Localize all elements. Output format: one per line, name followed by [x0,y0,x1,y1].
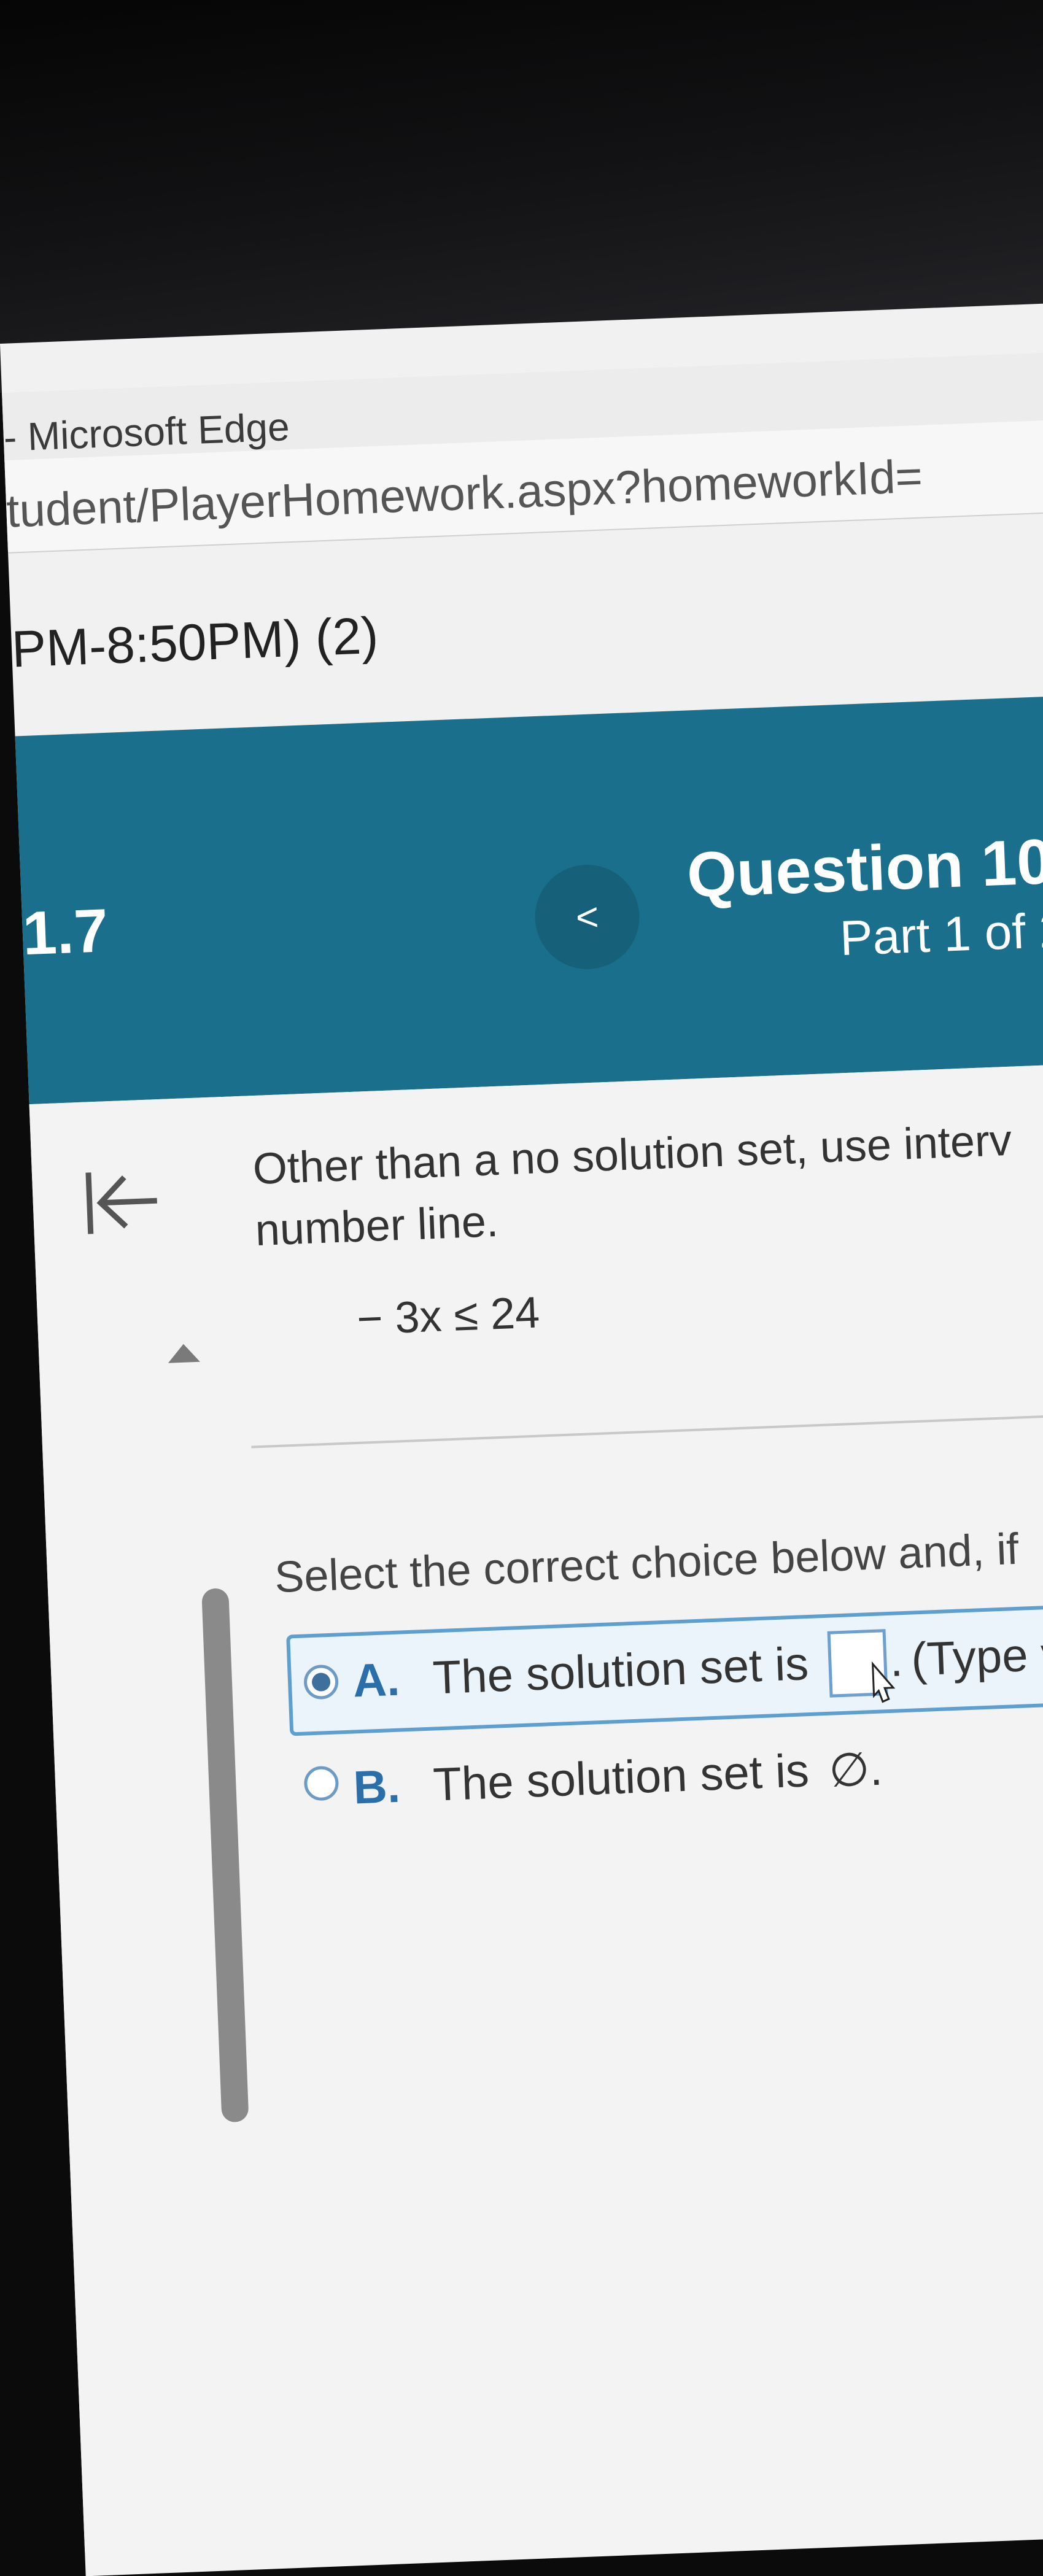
choice-b-letter: B. [352,1760,401,1814]
part-label: Part 1 of 2 [839,902,1043,966]
question-header: 1.7 < Question 10, Part 1 of 2 [15,694,1043,1105]
mouse-pointer-icon [871,1661,896,1703]
empty-set-symbol: ∅. [828,1742,884,1797]
collapse-left-icon[interactable] [80,1161,163,1244]
choice-a-type-hint: (Type y [910,1628,1043,1686]
choice-a[interactable]: A. The solution set is . (Type y [286,1602,1043,1736]
section-number: 1.7 [21,895,109,969]
page-tab-title: PM-8:50PM) (2) [10,606,379,678]
url-text[interactable]: tudent/PlayerHomework.aspx?homeworkId= [6,450,924,538]
choice-a-letter: A. [352,1653,401,1708]
question-content: Other than a no solution set, use interv… [29,1062,1043,2576]
question-instructions: Other than a no solution set, use interv… [252,1110,1015,1261]
scrollbar-thumb[interactable] [201,1588,249,2123]
inequality: − 3x ≤ 24 [355,1288,541,1344]
choice-a-text: The solution set is [432,1638,810,1704]
choice-a-radio[interactable] [303,1664,339,1700]
divider [251,1412,1043,1449]
choice-b-text: The solution set is [432,1744,810,1811]
scroll-up-arrow-icon[interactable] [167,1343,200,1363]
select-prompt: Select the correct choice below and, if [273,1524,1020,1603]
browser-window: - Microsoft Edge tudent/PlayerHomework.a… [0,302,1043,2576]
question-title: Question 10, [685,825,1043,911]
choice-b-radio[interactable] [303,1765,339,1801]
previous-question-button[interactable]: < [533,862,642,972]
